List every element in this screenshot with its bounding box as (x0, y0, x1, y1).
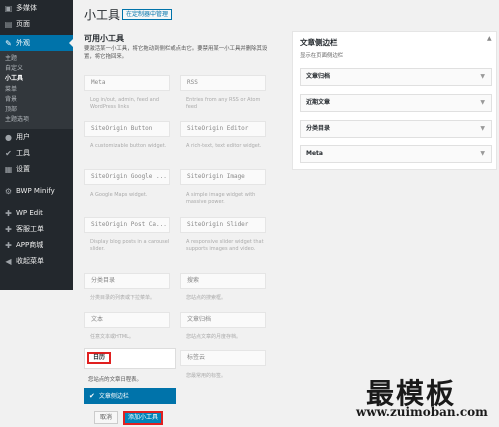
sidebar-item-tools[interactable]: ✔ 工具 (0, 145, 73, 161)
checkmark-icon: ✔ (89, 392, 95, 400)
users-icon: ● (5, 132, 12, 142)
sidebar-panel-article: 文章侧边栏 显示在页面侧边栏 ▲ 文章归档 ▼ 近期文章 ▼ 分类目录 ▼ Me… (292, 31, 497, 170)
widget-description: A customizable button widget. (90, 143, 167, 149)
admin-sidebar: ▣ 多媒体 ▤ 页面 ✎ 外观 主题 自定义 小工具 菜单 背景 顶部 主题选项… (0, 0, 73, 290)
sidebar-widget-meta[interactable]: Meta ▼ (300, 145, 492, 163)
collapse-toggle-icon[interactable]: ▲ (487, 35, 492, 42)
sidebar-item-wp-edit[interactable]: ✚ WP Edit (0, 205, 73, 221)
add-widget-button[interactable]: 添加小工具 (123, 411, 164, 425)
chevron-down-icon[interactable]: ▼ (480, 69, 485, 85)
cancel-button[interactable]: 取消 (94, 411, 119, 424)
widget-description: 您站点的搜索框。 (186, 295, 227, 301)
widget-tag-cloud[interactable]: 标签云 (180, 350, 266, 366)
sidebar-item-app-store[interactable]: ✚ APP商城 (0, 237, 73, 253)
sidebar-item-label: APP商城 (16, 241, 44, 250)
available-widgets-description: 要激活某一小工具，将它拖动到侧栏或点击它。要禁用某一小工具并删除其设置，将它拖回… (84, 46, 268, 60)
submenu-item-background[interactable]: 背景 (0, 95, 73, 105)
page-title: 小工具 (84, 8, 121, 22)
sidebar-item-collapse[interactable]: ◀ 收起菜单 (0, 253, 73, 269)
sidebar-panel-title[interactable]: 文章侧边栏 (300, 37, 338, 48)
sidebar-item-bwp-minify[interactable]: ⚙ BWP Minify (0, 183, 73, 199)
collapse-icon: ◀ (5, 256, 12, 266)
watermark-url: www.zuimoban.com (356, 405, 488, 419)
sidebar-item-tickets[interactable]: ✚ 客服工单 (0, 221, 73, 237)
widget-calendar-title: 日历 (87, 352, 112, 364)
available-widgets-title: 可用小工具 (84, 34, 124, 43)
sidebar-item-users[interactable]: ● 用户 (0, 129, 73, 145)
sidebar-choice-label: 文章侧边栏 (98, 393, 129, 400)
sidebar-item-label: 用户 (16, 133, 30, 142)
widget-meta[interactable]: Meta (84, 75, 170, 91)
submenu-item-widgets[interactable]: 小工具 (0, 74, 73, 84)
bwp-minify-icon: ⚙ (4, 186, 13, 196)
widget-siteorigin-post-carousel[interactable]: SiteOrigin Post Ca... (84, 217, 170, 233)
widget-calendar-description: 您站点的文章日程表。 (88, 377, 142, 383)
sidebar-item-label: WP Edit (16, 209, 43, 218)
sidebar-item-label: 多媒体 (16, 4, 37, 12)
widget-search[interactable]: 搜索 (180, 273, 266, 289)
sidebar-item-pages[interactable]: ▤ 页面 (0, 16, 73, 32)
sidebar-choice-option[interactable]: ✔ 文章侧边栏 (84, 388, 176, 404)
sidebar-item-label: 工具 (16, 149, 30, 158)
submenu-item-themes[interactable]: 主题 (0, 54, 73, 64)
media-icon: ▣ (4, 3, 13, 13)
submenu-item-theme-options[interactable]: 主题选项 (0, 115, 73, 125)
tools-icon: ✔ (5, 148, 12, 158)
sidebar-item-label: 页面 (16, 20, 30, 28)
submenu-item-header[interactable]: 顶部 (0, 105, 73, 115)
widget-description: A simple image widget with massive power… (186, 192, 256, 205)
paintbrush-icon: ✎ (5, 38, 12, 48)
sidebar-widget-categories[interactable]: 分类目录 ▼ (300, 120, 492, 138)
widget-siteorigin-image[interactable]: SiteOrigin Image (180, 169, 266, 185)
widget-description: A Google Maps widget. (90, 192, 148, 198)
app-store-icon: ✚ (5, 240, 12, 250)
widget-description: 您最常用的标签。 (186, 373, 227, 379)
sidebar-item-appearance[interactable]: ✎ 外观 (0, 35, 73, 51)
sidebar-widget-label: 分类目录 (306, 125, 331, 132)
sidebar-widget-label: Meta (306, 150, 323, 157)
widget-categories[interactable]: 分类目录 (84, 273, 170, 289)
sidebar-item-label: 设置 (16, 165, 30, 174)
widget-siteorigin-google-maps[interactable]: SiteOrigin Google ... (84, 169, 170, 185)
sidebar-widget-label: 近期文章 (306, 99, 331, 106)
sidebar-item-media[interactable]: ▣ 多媒体 (0, 0, 73, 16)
sidebar-widget-recent-posts[interactable]: 近期文章 ▼ (300, 94, 492, 112)
submenu-item-customize[interactable]: 自定义 (0, 64, 73, 74)
widget-description: Entries from any RSS or Atom feed (186, 97, 261, 110)
sidebar-panel-subtitle: 显示在页面侧边栏 (300, 53, 344, 59)
widget-description: 任意文本或HTML。 (90, 334, 134, 340)
widget-text[interactable]: 文本 (84, 312, 170, 328)
submenu-item-menus[interactable]: 菜单 (0, 85, 73, 95)
sidebar-widget-archives[interactable]: 文章归档 ▼ (300, 68, 492, 86)
widget-description: Log in/out, admin, feed and WordPress li… (90, 97, 160, 110)
widget-siteorigin-button[interactable]: SiteOrigin Button (84, 121, 170, 137)
widget-description: A responsive slider widget that supports… (186, 239, 264, 252)
widget-description: Display blog posts in a carousel slider. (90, 239, 170, 252)
sidebar-item-label: 外观 (16, 39, 30, 47)
widget-description: 您站点文章的月度存档。 (186, 334, 242, 340)
widget-calendar-expanded[interactable]: 日历 (84, 348, 176, 369)
widget-rss[interactable]: RSS (180, 75, 266, 91)
pages-icon: ▤ (4, 19, 13, 29)
chevron-down-icon[interactable]: ▼ (480, 146, 485, 162)
sidebar-item-label: 客服工单 (16, 225, 44, 234)
settings-icon: ▦ (4, 164, 13, 174)
wp-edit-icon: ✚ (5, 208, 12, 218)
ticket-icon: ✚ (5, 224, 12, 234)
chevron-down-icon[interactable]: ▼ (480, 121, 485, 137)
widget-archives[interactable]: 文章归档 (180, 312, 266, 328)
widget-siteorigin-slider[interactable]: SiteOrigin Slider (180, 217, 266, 233)
appearance-submenu: 主题 自定义 小工具 菜单 背景 顶部 主题选项 (0, 51, 73, 130)
manage-in-customizer-button[interactable]: 在定制器中管理 (122, 9, 173, 20)
widget-description: A rich-text, text editor widget. (186, 143, 262, 149)
widget-description: 分类目录的列表或下拉菜单。 (90, 295, 156, 301)
sidebar-item-settings[interactable]: ▦ 设置 (0, 161, 73, 177)
sidebar-item-label: BWP Minify (16, 187, 55, 196)
widget-siteorigin-editor[interactable]: SiteOrigin Editor (180, 121, 266, 137)
chevron-down-icon[interactable]: ▼ (480, 95, 485, 111)
sidebar-widget-label: 文章归档 (306, 73, 331, 80)
sidebar-item-label: 收起菜单 (16, 257, 44, 266)
